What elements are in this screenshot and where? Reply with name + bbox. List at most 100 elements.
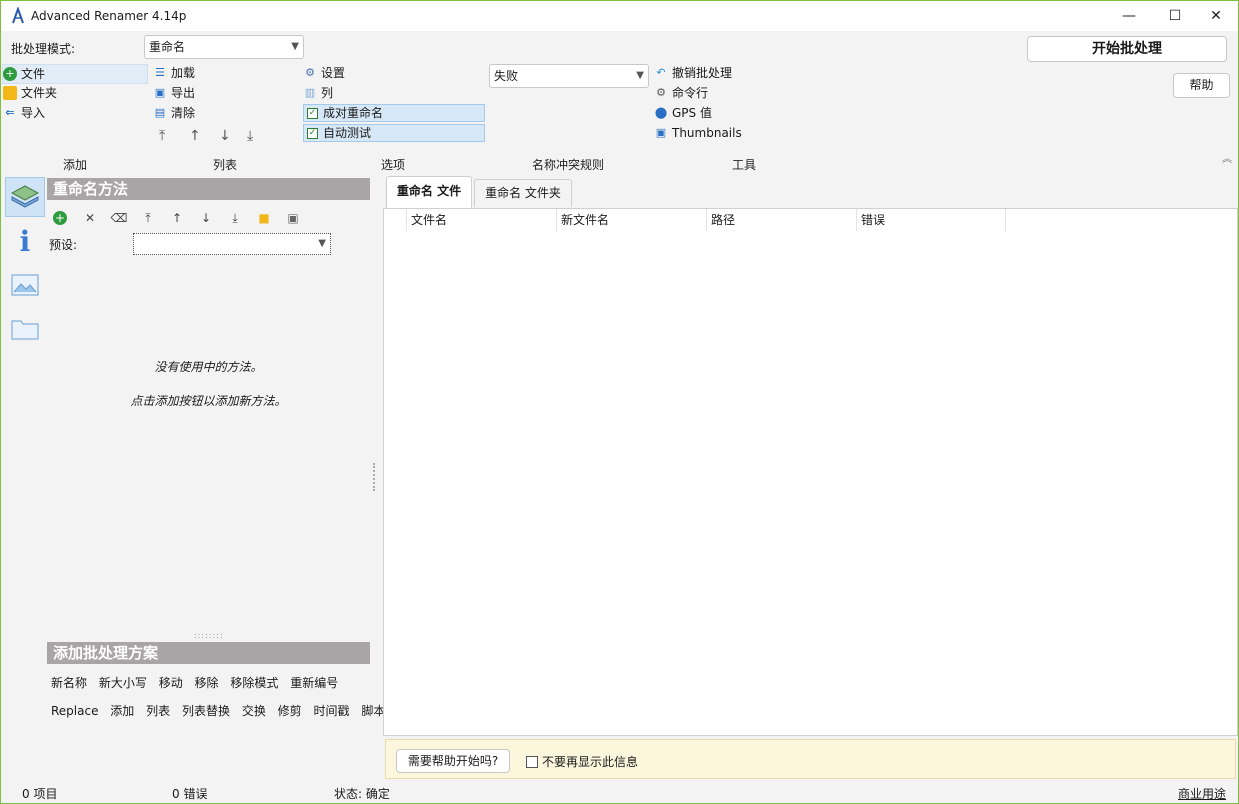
gear-cluster-icon: ⚙	[305, 66, 315, 79]
settings-button[interactable]: ⚙ 设置	[303, 63, 345, 83]
clear-methods-icon[interactable]: ⌫	[110, 210, 128, 226]
method-remove-pattern[interactable]: 移除模式	[230, 676, 278, 690]
method-down-icon[interactable]: ↓	[198, 210, 214, 226]
image-icon: ▣	[655, 126, 667, 139]
move-bottom-icon[interactable]: ⤓	[247, 128, 253, 144]
info-tab-button[interactable]: i	[5, 221, 45, 261]
conflict-rule-select[interactable]: 失败 ▼	[489, 64, 649, 88]
chevron-down-icon: ▼	[318, 238, 326, 249]
dont-show-again-checkbox[interactable]: 不要再显示此信息	[526, 753, 638, 770]
move-top-icon[interactable]: ⤒	[159, 128, 165, 144]
method-trim[interactable]: 修剪	[278, 704, 302, 718]
auto-test-checkbox[interactable]: ✓ 自动测试	[303, 124, 485, 142]
tab-rename-files[interactable]: 重命名 文件	[386, 176, 472, 208]
horizontal-splitter[interactable]: ::::::::	[194, 631, 224, 640]
method-top-icon[interactable]: ⤒	[140, 210, 156, 226]
command-line-label: 命令行	[672, 86, 709, 100]
folders-tab-button[interactable]	[5, 309, 45, 349]
method-script[interactable]: 脚本	[361, 704, 385, 718]
chevron-down-icon: ▼	[636, 70, 644, 81]
save-preset-icon[interactable]: ▣	[285, 210, 301, 226]
status-error-count: 0 错误	[172, 787, 208, 801]
app-window: Advanced Renamer 4.14p — ☐ ✕ 批处理模式: 重命名 …	[0, 0, 1239, 804]
preset-select[interactable]: ▼	[133, 233, 331, 255]
start-batch-button[interactable]: 开始批处理	[1027, 36, 1227, 62]
method-replace[interactable]: Replace	[51, 704, 98, 718]
help-button[interactable]: 帮助	[1173, 73, 1230, 98]
minimize-button[interactable]: —	[1106, 1, 1152, 31]
command-line-button[interactable]: ⚙ 命令行	[654, 83, 708, 103]
map-pin-icon: ⬤	[654, 106, 668, 119]
section-tools: 工具	[732, 158, 757, 172]
batch-mode-label: 批处理模式:	[11, 42, 76, 56]
add-method-icon[interactable]: +	[53, 211, 67, 225]
column-header-filename[interactable]: 文件名	[406, 209, 556, 231]
move-up-icon[interactable]: ↑	[189, 128, 201, 144]
minimize-icon: —	[1122, 8, 1136, 24]
section-add: 添加	[63, 158, 88, 172]
maximize-button[interactable]: ☐	[1152, 1, 1198, 31]
vertical-splitter[interactable]	[373, 463, 379, 491]
add-circle-icon: +	[3, 67, 17, 81]
export-list-button[interactable]: ▣ 导出	[153, 83, 195, 103]
method-timestamp[interactable]: 时间戳	[314, 704, 350, 718]
gps-button[interactable]: ⬤ GPS 值	[654, 103, 712, 123]
method-swap[interactable]: 交换	[242, 704, 266, 718]
window-title: Advanced Renamer 4.14p	[31, 9, 187, 23]
undo-icon: ↶	[656, 66, 666, 79]
gear-icon: ⚙	[656, 86, 666, 99]
add-files-button[interactable]: + 文件	[2, 64, 148, 84]
method-up-icon[interactable]: ↑	[169, 210, 185, 226]
info-icon: i	[19, 224, 31, 258]
pair-rename-checkbox[interactable]: ✓ 成对重命名	[303, 104, 485, 122]
need-help-button[interactable]: 需要帮助开始吗?	[396, 749, 510, 773]
close-button[interactable]: ✕	[1193, 1, 1239, 31]
list-icon: ☰	[155, 66, 165, 79]
method-list-replace[interactable]: 列表替换	[182, 704, 230, 718]
preset-label: 预设:	[49, 238, 78, 252]
import-button[interactable]: ⇐ 导入	[3, 103, 45, 123]
move-down-icon[interactable]: ↓	[219, 128, 231, 144]
add-folders-button[interactable]: 文件夹	[3, 83, 57, 103]
method-new-case[interactable]: 新大小写	[99, 676, 147, 690]
method-move[interactable]: 移动	[159, 676, 183, 690]
load-list-button[interactable]: ☰ 加载	[153, 63, 195, 83]
method-bottom-icon[interactable]: ⤓	[227, 210, 243, 226]
columns-icon: ▥	[304, 86, 316, 99]
add-folders-label: 文件夹	[21, 86, 58, 100]
column-header-new-filename[interactable]: 新文件名	[556, 209, 706, 231]
methods-tab-button[interactable]	[5, 177, 45, 217]
method-add[interactable]: 添加	[110, 704, 134, 718]
column-header-error[interactable]: 错误	[856, 209, 1006, 231]
method-new-name[interactable]: 新名称	[51, 676, 87, 690]
method-renumber[interactable]: 重新编号	[290, 676, 338, 690]
column-header-path[interactable]: 路径	[706, 209, 856, 231]
clear-list-button[interactable]: ▤ 清除	[153, 103, 195, 123]
pair-rename-label: 成对重命名	[323, 106, 384, 120]
images-tab-button[interactable]	[5, 265, 45, 305]
method-list[interactable]: 列表	[146, 704, 170, 718]
columns-label: 列	[321, 86, 334, 100]
open-preset-icon[interactable]: ■	[256, 210, 272, 226]
remove-method-icon[interactable]: ✕	[82, 210, 98, 226]
no-methods-text: 没有使用中的方法。	[154, 360, 263, 374]
gps-label: GPS 值	[672, 106, 712, 120]
maximize-icon: ☐	[1168, 8, 1182, 24]
thumbnails-button[interactable]: ▣ Thumbnails	[654, 123, 742, 143]
picture-icon	[11, 274, 39, 296]
chevron-down-icon: ▼	[291, 41, 299, 52]
status-state: 状态: 确定	[334, 787, 390, 801]
file-list-grid[interactable]: 文件名 新文件名 路径 错误	[383, 208, 1238, 736]
status-item-count: 0 项目	[22, 787, 58, 801]
method-remove[interactable]: 移除	[195, 676, 219, 690]
commercial-use-link[interactable]: 商业用途	[1178, 785, 1226, 802]
undo-batch-button[interactable]: ↶ 撤销批处理	[654, 63, 732, 83]
batch-mode-select[interactable]: 重命名 ▼	[144, 35, 304, 59]
export-label: 导出	[171, 86, 196, 100]
columns-button[interactable]: ▥ 列	[303, 83, 333, 103]
add-method-hint: 点击添加按钮以添加新方法。	[130, 394, 287, 408]
method-links-row2: Replace 添加 列表 列表替换 交换 修剪 时间戳 脚本	[51, 702, 385, 719]
collapse-ribbon-icon[interactable]: ︽	[1222, 150, 1232, 165]
conflict-rule-value: 失败	[494, 69, 519, 83]
tab-rename-folders[interactable]: 重命名 文件夹	[474, 179, 572, 207]
